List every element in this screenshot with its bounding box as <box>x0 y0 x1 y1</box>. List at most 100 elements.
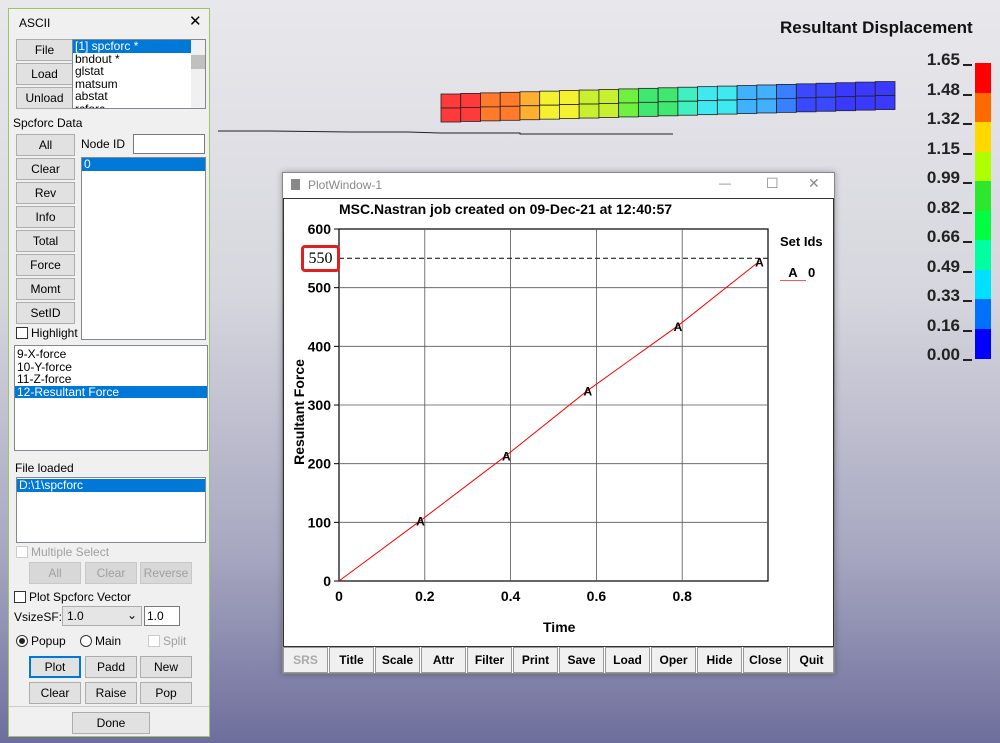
chart: 0 0.2 0.4 0.6 0.8 0 100 200 300 400 500 600 A A A A A <box>308 221 769 604</box>
toolbar-scale-button[interactable]: Scale <box>375 647 420 673</box>
multiple-select-checkbox[interactable]: Multiple Select <box>16 545 109 559</box>
node-id-input[interactable] <box>133 134 205 154</box>
panel-title: ASCII <box>19 16 51 30</box>
maximize-icon[interactable]: ☐ <box>766 175 779 192</box>
x-tick-label: 0.6 <box>587 588 607 604</box>
unload-button[interactable]: Unload <box>16 87 73 109</box>
toolbar-save-button[interactable]: Save <box>559 647 604 673</box>
y-axis-label: Resultant Force <box>291 359 307 465</box>
list-item[interactable]: 9-X-force <box>15 348 207 361</box>
ms-reverse-button[interactable]: Reverse <box>140 562 192 584</box>
close-icon[interactable]: ✕ <box>808 175 820 192</box>
section-label: Spcforc Data <box>13 116 83 130</box>
mesh-element <box>795 83 817 99</box>
popup-radio[interactable]: Popup <box>16 634 66 648</box>
chevron-down-icon: ⌄ <box>126 608 137 622</box>
load-button[interactable]: Load <box>16 63 73 85</box>
plot-button[interactable]: Plot <box>29 656 81 678</box>
highlight-checkbox[interactable]: Highlight <box>16 326 78 340</box>
new-button[interactable]: New <box>140 656 192 678</box>
toolbar-oper-button[interactable]: Oper <box>651 647 696 673</box>
toolbar-attr-button[interactable]: Attr <box>421 647 466 673</box>
mesh-element <box>815 96 837 112</box>
rev-button[interactable]: Rev <box>16 182 75 204</box>
plot-canvas[interactable]: 0 0.2 0.4 0.6 0.8 0 100 200 300 400 500 600 A A A A A MS… <box>283 198 834 647</box>
toolbar-filter-button[interactable]: Filter <box>467 647 512 673</box>
toolbar-hide-button[interactable]: Hide <box>697 647 742 673</box>
vsize-label: VsizeSF: <box>14 610 63 624</box>
clear-plot-button[interactable]: Clear <box>29 682 81 704</box>
legend-color-band <box>975 240 991 270</box>
mesh-element <box>519 105 541 121</box>
plot-vector-checkbox[interactable]: Plot Spcforc Vector <box>14 590 131 604</box>
legend-color-band <box>975 181 991 211</box>
file-button[interactable]: File <box>16 39 73 61</box>
toolbar-close-button[interactable]: Close <box>743 647 788 673</box>
legend-value-label: 1.48 <box>926 79 960 99</box>
legend-value-label: 1.65 <box>926 50 960 69</box>
legend-series-id: 0 <box>808 265 816 280</box>
list-item[interactable]: [1] spcforc * <box>73 40 191 53</box>
y-tick-label: 400 <box>308 338 332 354</box>
file-list[interactable]: [1] spcforc * bndout * glstat matsum abs… <box>72 39 206 109</box>
list-item[interactable]: 11-Z-force <box>15 373 207 386</box>
setid-button[interactable]: SetID <box>16 302 75 324</box>
split-checkbox[interactable]: Split <box>148 634 186 648</box>
legend-value-label: 0.49 <box>926 256 960 276</box>
ms-all-button[interactable]: All <box>29 562 81 584</box>
node-list[interactable]: 0 <box>81 157 206 340</box>
legend-value-label: 0.16 <box>926 315 960 335</box>
mesh-element <box>855 81 876 97</box>
mesh-element <box>855 95 876 111</box>
ms-clear-button[interactable]: Clear <box>85 562 137 584</box>
main-radio[interactable]: Main <box>80 634 121 648</box>
mesh-element <box>578 103 600 119</box>
minimize-icon[interactable]: — <box>719 176 731 190</box>
toolbar-print-button[interactable]: Print <box>513 647 558 673</box>
list-item[interactable]: rcforc <box>73 102 205 108</box>
list-item[interactable]: 12-Resultant Force <box>15 385 207 398</box>
close-icon[interactable]: ✕ <box>189 12 202 30</box>
y-tick-label: 200 <box>308 456 332 472</box>
momt-button[interactable]: Momt <box>16 278 75 300</box>
raise-button[interactable]: Raise <box>85 682 137 704</box>
highlighted-value-box: 550 <box>301 245 340 272</box>
all-button[interactable]: All <box>16 134 75 156</box>
toolbar-srs-button[interactable]: SRS <box>283 647 328 673</box>
list-item[interactable]: D:\1\spcforc <box>17 479 205 492</box>
force-button[interactable]: Force <box>16 254 75 276</box>
checkbox-icon <box>148 635 160 647</box>
done-button[interactable]: Done <box>72 712 150 734</box>
legend-color-band <box>975 92 991 123</box>
legend-tick <box>963 211 972 214</box>
loaded-file-list[interactable]: D:\1\spcforc <box>16 477 206 543</box>
list-item[interactable]: 0 <box>82 158 205 171</box>
x-axis-label: Time <box>543 619 576 635</box>
toolbar-quit-button[interactable]: Quit <box>789 647 834 673</box>
total-button[interactable]: Total <box>16 230 75 252</box>
pop-button[interactable]: Pop <box>140 682 192 704</box>
scrollbar[interactable] <box>191 40 205 108</box>
component-list[interactable]: 9-X-force 10-Y-force 11-Z-force 12-Resul… <box>14 345 208 451</box>
vsize-select[interactable]: 1.0 ⌄ <box>62 606 142 626</box>
legend-color-band <box>975 122 991 152</box>
padd-button[interactable]: Padd <box>85 656 137 678</box>
mesh-element <box>637 101 659 117</box>
clear-button[interactable]: Clear <box>16 158 75 180</box>
x-tick-label: 0.4 <box>501 588 521 604</box>
popup-label: Popup <box>31 634 66 648</box>
list-item[interactable]: glstat <box>73 65 205 78</box>
toolbar-title-button[interactable]: Title <box>329 647 374 673</box>
toolbar-load-button[interactable]: Load <box>605 647 650 673</box>
info-button[interactable]: Info <box>16 206 75 228</box>
legend-title: Set Ids <box>780 234 823 249</box>
mesh-element <box>795 97 817 113</box>
mesh-element <box>677 100 699 116</box>
mesh-element <box>559 104 580 120</box>
y-tick-label: 0 <box>323 573 331 589</box>
legend-tick <box>963 93 972 96</box>
vsize-input[interactable] <box>144 606 180 626</box>
list-item[interactable]: abstat <box>73 90 205 103</box>
plot-window-titlebar[interactable]: PlotWindow-1 — ☐ ✕ <box>283 173 834 197</box>
data-point-marker: A <box>502 449 511 463</box>
